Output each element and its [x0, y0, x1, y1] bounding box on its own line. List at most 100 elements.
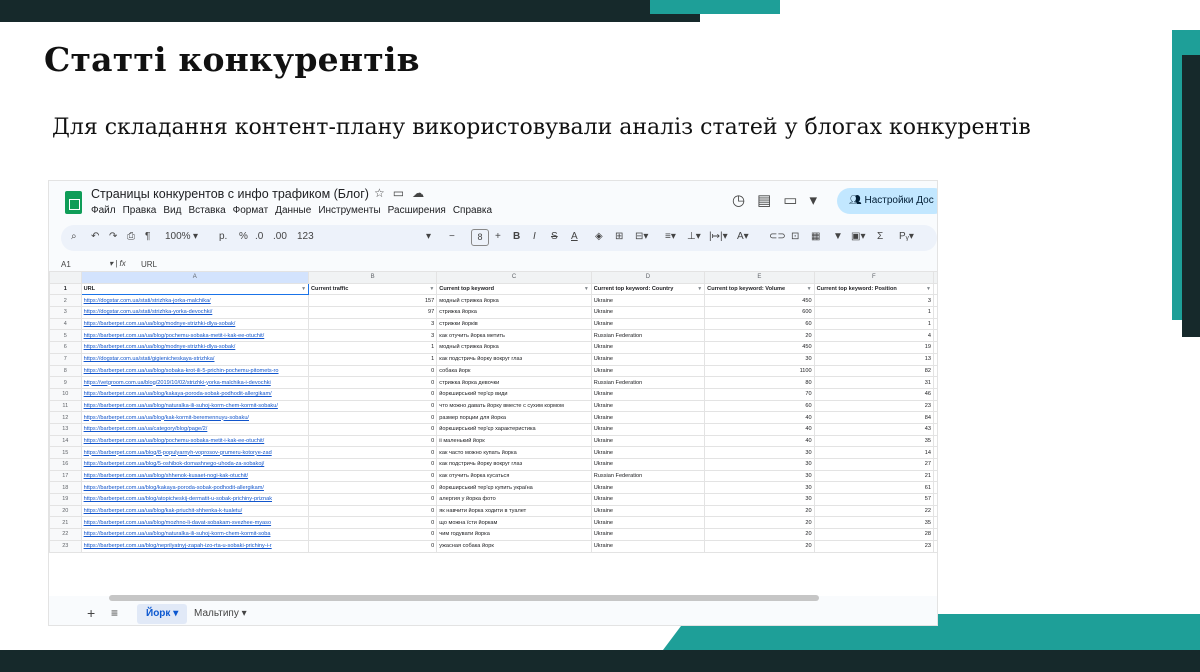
- cell[interactable]: 22: [813, 504, 935, 518]
- cell[interactable]: Ukraine: [590, 446, 706, 459]
- menu-item[interactable]: Расширения: [388, 205, 446, 216]
- column-header[interactable]: D: [590, 271, 706, 284]
- zoom-select[interactable]: 100%: [165, 231, 191, 242]
- header-cell[interactable]: Current top keyword: Position ▼: [813, 282, 935, 296]
- cell[interactable]: [933, 294, 937, 308]
- cell[interactable]: 60: [704, 399, 815, 413]
- cell[interactable]: [933, 376, 937, 389]
- cell[interactable]: 1: [813, 317, 935, 331]
- document-title[interactable]: Страницы конкурентов с инфо трафиком (Бл…: [91, 187, 369, 201]
- cell[interactable]: что можно давать йорку вместе с сухим ко…: [436, 399, 592, 413]
- row-number[interactable]: 1: [49, 282, 82, 296]
- cell[interactable]: Ukraine: [590, 434, 706, 448]
- cell[interactable]: 21: [813, 469, 935, 483]
- row-number[interactable]: 15: [49, 446, 82, 459]
- cell[interactable]: как часто можно купать йорка: [436, 446, 592, 459]
- menu-item[interactable]: Вид: [163, 205, 181, 216]
- cell[interactable]: Ukraine: [590, 481, 706, 495]
- row-number[interactable]: 13: [49, 422, 82, 436]
- row-number[interactable]: 7: [49, 352, 82, 366]
- cell[interactable]: Ukraine: [590, 399, 706, 413]
- video-call-icon[interactable]: ▭▾: [783, 192, 829, 209]
- filter-views-icon[interactable]: ▣▾: [851, 231, 865, 242]
- cell[interactable]: 0: [308, 493, 438, 506]
- cell[interactable]: 0: [308, 528, 438, 541]
- header-cell[interactable]: URL ▼: [80, 282, 310, 296]
- cell[interactable]: 57: [813, 493, 935, 506]
- cell[interactable]: 0: [308, 422, 438, 436]
- cell[interactable]: https://dogstar.com.ua/stati/gigieniches…: [80, 352, 310, 366]
- cell[interactable]: https://barberpet.com.ua/ua/blog/kak-kor…: [80, 411, 310, 424]
- cell[interactable]: [933, 352, 937, 366]
- cell[interactable]: йоркширський тер'єр види: [436, 387, 592, 401]
- cell[interactable]: 43: [813, 422, 935, 436]
- column-header[interactable]: [933, 271, 937, 284]
- cell[interactable]: https://barberpet.com.ua/ua/blog/kak-pri…: [80, 504, 310, 518]
- folder-icon[interactable]: ▭: [393, 186, 412, 200]
- cell[interactable]: 0: [308, 516, 438, 530]
- cell[interactable]: [933, 317, 937, 331]
- cell[interactable]: https://barberpet.com.ua/ua/category/blo…: [80, 422, 310, 436]
- italic-icon[interactable]: I: [533, 231, 536, 242]
- row-number[interactable]: 12: [49, 411, 82, 424]
- cell[interactable]: 4: [813, 329, 935, 343]
- cell[interactable]: [933, 481, 937, 495]
- header-cell[interactable]: Current top keyword: Country ▼: [590, 282, 706, 296]
- cell[interactable]: 0: [308, 446, 438, 459]
- cell[interactable]: Russian Federation: [590, 469, 706, 483]
- row-number[interactable]: 18: [49, 481, 82, 495]
- cell[interactable]: 35: [813, 516, 935, 530]
- font-size-input[interactable]: 8: [471, 229, 489, 246]
- cell[interactable]: размер порции для йорка: [436, 411, 592, 424]
- cell[interactable]: йоркширський тер'єр характеристика: [436, 422, 592, 436]
- cell[interactable]: Ukraine: [590, 352, 706, 366]
- cell[interactable]: Ukraine: [590, 317, 706, 331]
- cell[interactable]: 0: [308, 504, 438, 518]
- percent-format-icon[interactable]: %: [239, 231, 248, 242]
- filter-icon[interactable]: ▼: [429, 284, 434, 294]
- row-number[interactable]: 8: [49, 364, 82, 378]
- cell[interactable]: 30: [704, 446, 815, 459]
- cell[interactable]: 0: [308, 539, 438, 553]
- text-color-icon[interactable]: A: [571, 231, 578, 242]
- cell[interactable]: как подстричь йорку вокруг глаз: [436, 352, 592, 366]
- cell[interactable]: 13: [813, 352, 935, 366]
- column-header[interactable]: B: [308, 271, 438, 284]
- cell[interactable]: 3: [308, 317, 438, 331]
- input-tools-icon[interactable]: Рᵧ▾: [899, 231, 914, 242]
- cell[interactable]: https://vetgroom.com.ua/blog/2019/10/02/…: [80, 376, 310, 389]
- row-number[interactable]: 5: [49, 329, 82, 343]
- font-dropdown-icon[interactable]: ▾: [426, 231, 431, 242]
- cell[interactable]: стрижка йорка девочки: [436, 376, 592, 389]
- cell[interactable]: [933, 329, 937, 343]
- menu-item[interactable]: Данные: [275, 205, 311, 216]
- cell[interactable]: що можна їсти йоркам: [436, 516, 592, 530]
- column-header[interactable]: E: [704, 271, 815, 284]
- cell[interactable]: 1: [813, 306, 935, 319]
- cell[interactable]: Ukraine: [590, 294, 706, 308]
- align-icon[interactable]: ≡▾: [665, 231, 676, 242]
- cell[interactable]: 20: [704, 528, 815, 541]
- cell[interactable]: https://barberpet.com.ua/blog/neprilyatn…: [80, 539, 310, 553]
- cell[interactable]: Ukraine: [590, 341, 706, 354]
- menu-item[interactable]: Формат: [233, 205, 269, 216]
- cell[interactable]: [933, 387, 937, 401]
- cell[interactable]: Ukraine: [590, 422, 706, 436]
- cell[interactable]: 84: [813, 411, 935, 424]
- row-number[interactable]: 14: [49, 434, 82, 448]
- cell[interactable]: іі маленький йорк: [436, 434, 592, 448]
- history-icon[interactable]: ◷: [732, 192, 757, 209]
- cell[interactable]: 35: [813, 434, 935, 448]
- cell[interactable]: 0: [308, 481, 438, 495]
- row-number[interactable]: 6: [49, 341, 82, 354]
- row-number[interactable]: 19: [49, 493, 82, 506]
- cell[interactable]: 23: [813, 399, 935, 413]
- cloud-icon[interactable]: ☁: [412, 186, 432, 200]
- cell[interactable]: Ukraine: [590, 364, 706, 378]
- cell[interactable]: 46: [813, 387, 935, 401]
- cell[interactable]: чим годувати йорка: [436, 528, 592, 541]
- cell[interactable]: 1100: [704, 364, 815, 378]
- cell[interactable]: 0: [308, 364, 438, 378]
- cell[interactable]: [933, 341, 937, 354]
- cell[interactable]: https://barberpet.com.ua/ua/blog/modnye-…: [80, 317, 310, 331]
